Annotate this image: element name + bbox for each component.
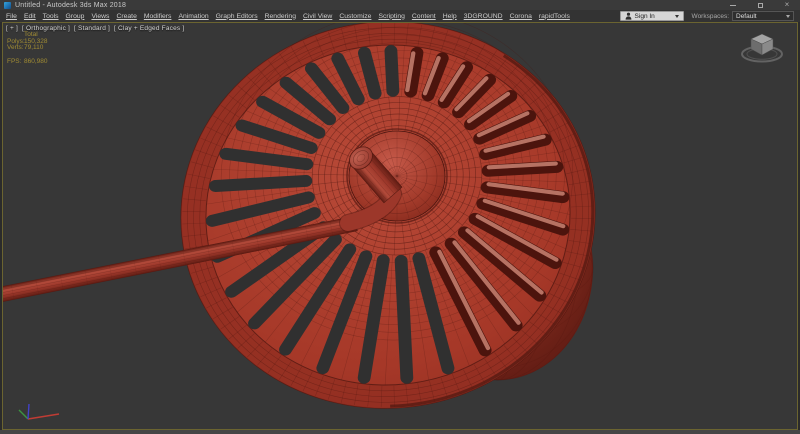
workspaces-value: Default [736,13,757,20]
minimize-button[interactable] [728,1,738,10]
3dsmax-app-icon[interactable] [4,2,11,9]
menu-item-graph-editors[interactable]: Graph Editors [216,13,258,20]
workspaces-dropdown[interactable]: Default [732,11,794,21]
stats-verts-label: Verts: [7,45,24,52]
menu-item-views[interactable]: Views [91,13,109,20]
sign-in-button[interactable]: Sign In [620,11,684,21]
menu-item-group[interactable]: Group [66,13,85,20]
title-bar: Untitled - Autodesk 3ds Max 2018 × [0,0,800,10]
wheel-disc [161,23,614,429]
workspaces-caret-icon [786,15,790,18]
window-bottom-edge [0,430,800,434]
workspaces-label: Workspaces: [692,13,729,20]
stats-verts-value: 79,110 [24,45,43,52]
menu-item-customize[interactable]: Customize [339,13,371,20]
person-icon [625,12,632,20]
menu-item-tools[interactable]: Tools [43,13,59,20]
workspaces-control: Workspaces: Default [692,11,794,21]
main-menu: File Edit Tools Group Views Create Modif… [6,13,570,20]
menu-item-civil-view[interactable]: Civil View [303,13,332,20]
sign-in-caret-icon [675,15,679,18]
viewport-menu-shading[interactable]: [ Clay + Edged Faces ] [114,25,184,32]
menu-item-rapidtools[interactable]: rapidTools [539,13,570,20]
viewport-statistics: Total Polys:150,328 Verts:79,110 FPS:860… [7,32,48,65]
perspective-viewport[interactable]: [ + ] [ Orthographic ] [ Standard ] [ Cl… [2,22,798,430]
menu-item-help[interactable]: Help [443,13,457,20]
world-axis-gizmo [19,404,59,419]
menu-item-3dground[interactable]: 3DGROUND [464,13,503,20]
sign-in-label: Sign In [635,13,655,20]
restore-button[interactable] [755,1,765,10]
window-controls: × [728,1,796,10]
menu-item-modifiers[interactable]: Modifiers [144,13,172,20]
viewcube[interactable] [742,34,782,62]
app-window: Untitled - Autodesk 3ds Max 2018 × File … [0,0,800,434]
close-button[interactable]: × [782,1,792,10]
window-title: Untitled - Autodesk 3ds Max 2018 [15,2,126,9]
menu-item-file[interactable]: File [6,13,17,20]
menu-item-scripting[interactable]: Scripting [378,13,404,20]
restore-icon [758,3,763,8]
menu-bar: File Edit Tools Group Views Create Modif… [0,10,800,22]
viewport-menu-general[interactable]: [ + ] [6,25,18,32]
menu-item-content[interactable]: Content [412,13,436,20]
menu-item-animation[interactable]: Animation [178,13,208,20]
menu-item-edit[interactable]: Edit [24,13,36,20]
stats-fps-label: FPS: [7,59,24,66]
stats-fps-value: 860,980 [24,59,48,66]
menu-item-create[interactable]: Create [116,13,136,20]
viewport-canvas[interactable] [3,23,797,429]
menu-item-corona[interactable]: Corona [510,13,532,20]
minimize-icon [730,5,736,6]
menu-item-rendering[interactable]: Rendering [265,13,296,20]
viewport-menu-style[interactable]: [ Standard ] [74,25,110,32]
